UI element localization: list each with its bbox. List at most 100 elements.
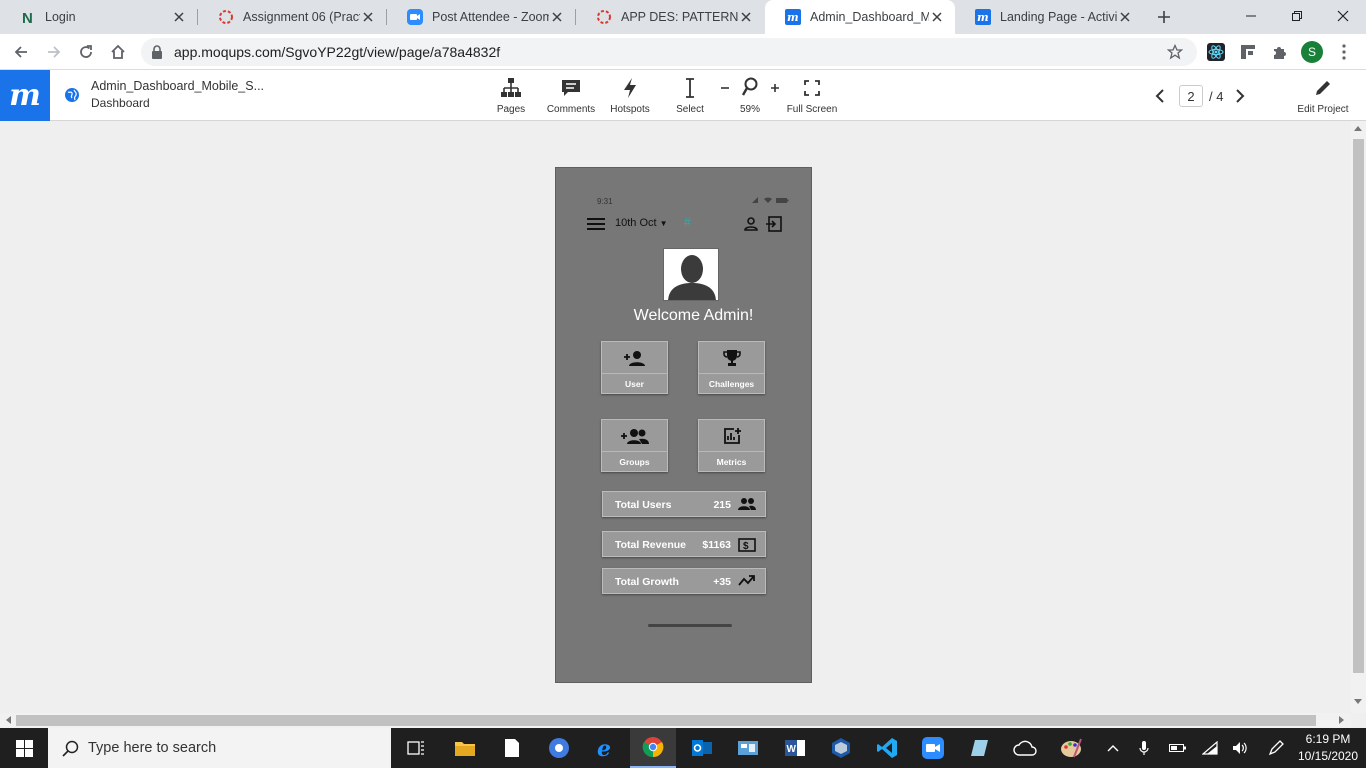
sticky-app-button[interactable] — [956, 728, 1002, 768]
logout-icon[interactable] — [766, 216, 782, 232]
battery-tray[interactable] — [1168, 738, 1188, 758]
close-icon[interactable] — [738, 9, 754, 25]
restore-icon — [1292, 11, 1302, 21]
vscode-button[interactable] — [864, 728, 910, 768]
groups-tile[interactable]: Groups — [601, 419, 668, 472]
comments-tool[interactable]: Comments — [545, 76, 597, 118]
back-button[interactable] — [10, 41, 32, 63]
tab-admin-dashboard[interactable]: m Admin_Dashboard_Mob — [765, 0, 955, 34]
date-dropdown[interactable]: 10th Oct ▼ — [615, 217, 668, 229]
file-explorer-button[interactable] — [442, 728, 488, 768]
close-window-button[interactable] — [1320, 0, 1366, 32]
page-number-input[interactable]: 2 — [1179, 85, 1203, 107]
document-icon — [505, 739, 519, 757]
prev-page-icon[interactable] — [1155, 89, 1165, 103]
status-icons — [752, 197, 789, 203]
forward-button[interactable] — [43, 41, 65, 63]
tab-assignment-06[interactable]: Assignment 06 (Practice — [198, 0, 386, 34]
browser-menu-button[interactable] — [1334, 42, 1354, 62]
volume-tray[interactable] — [1230, 738, 1250, 758]
paint-button[interactable] — [1048, 728, 1094, 768]
restore-button[interactable] — [1274, 0, 1320, 32]
extension-button[interactable] — [1238, 42, 1258, 62]
chrome-app-button[interactable] — [536, 728, 582, 768]
virtualbox-icon — [832, 738, 850, 758]
start-button[interactable] — [0, 728, 48, 768]
browser-toolbar: app.moqups.com/SgvoYP22gt/view/page/a78a… — [0, 34, 1366, 70]
puzzle-icon — [1274, 47, 1286, 59]
new-tab-button[interactable] — [1155, 8, 1173, 26]
minimize-button[interactable] — [1228, 0, 1274, 32]
scroll-up-arrow-icon[interactable] — [1354, 125, 1362, 131]
svg-text:$: $ — [743, 541, 749, 552]
pages-tool[interactable]: Pages — [494, 76, 528, 118]
kebab-menu-icon — [1342, 44, 1346, 60]
tab-title: Landing Page - Activity — [1000, 10, 1117, 24]
challenges-tile[interactable]: Challenges — [698, 341, 765, 394]
edge-legacy-button[interactable]: e — [583, 728, 629, 768]
metrics-tile[interactable]: Metrics — [698, 419, 765, 472]
address-bar[interactable]: app.moqups.com/SgvoYP22gt/view/page/a78a… — [141, 38, 1197, 66]
hamburger-menu-icon[interactable] — [587, 217, 605, 231]
fullscreen-tool[interactable]: Full Screen — [786, 76, 838, 118]
profile-icon[interactable] — [744, 217, 758, 231]
horizontal-scroll-thumb[interactable] — [16, 715, 1316, 726]
user-tile[interactable]: User — [601, 341, 668, 394]
zoom-out-icon[interactable] — [720, 83, 730, 93]
pen-tray[interactable] — [1266, 738, 1286, 758]
trophy-icon — [722, 349, 741, 366]
close-icon[interactable] — [1117, 9, 1133, 25]
zoom-in-icon[interactable] — [770, 83, 780, 93]
word-button[interactable]: W — [772, 728, 818, 768]
taskbar-search[interactable]: Type here to search — [48, 728, 391, 768]
reload-button[interactable] — [75, 41, 97, 63]
scroll-left-arrow-icon[interactable] — [5, 716, 11, 724]
close-icon[interactable] — [171, 9, 187, 25]
chrome-blue-icon — [549, 738, 569, 758]
next-page-icon[interactable] — [1235, 89, 1245, 103]
person-silhouette-icon — [668, 255, 716, 300]
back-arrow-icon — [14, 46, 27, 58]
vertical-scroll-thumb[interactable] — [1353, 139, 1364, 673]
minimize-icon — [1246, 15, 1256, 17]
close-icon[interactable] — [549, 9, 565, 25]
close-icon[interactable] — [360, 9, 376, 25]
wifi-icon — [1202, 741, 1218, 755]
date-label: 10th Oct — [615, 217, 657, 229]
close-icon[interactable] — [929, 9, 945, 25]
tab-title: Post Attendee - Zoom — [432, 10, 549, 24]
virtualbox-button[interactable] — [818, 728, 864, 768]
home-button[interactable] — [107, 41, 129, 63]
task-view-icon — [407, 741, 424, 755]
battery-icon — [1169, 744, 1186, 752]
select-tool[interactable]: Select — [672, 76, 708, 118]
lightning-icon — [624, 78, 636, 98]
tray-overflow-button[interactable] — [1103, 738, 1123, 758]
wifi-tray[interactable] — [1200, 738, 1220, 758]
scroll-right-arrow-icon[interactable] — [1339, 716, 1345, 724]
metrics-icon — [723, 427, 741, 444]
control-panel-button[interactable] — [725, 728, 771, 768]
extensions-menu-button[interactable] — [1270, 42, 1290, 62]
outlook-button[interactable] — [679, 728, 725, 768]
forward-arrow-icon — [48, 46, 61, 58]
profile-avatar[interactable]: S — [1301, 41, 1323, 63]
tab-login[interactable]: N Login — [0, 0, 197, 34]
react-devtools-extension[interactable] — [1206, 42, 1226, 62]
bookmark-star-icon[interactable] — [1167, 44, 1183, 60]
system-clock[interactable]: 6:19 PM 10/15/2020 — [1296, 731, 1360, 765]
microphone-tray[interactable] — [1134, 738, 1154, 758]
onedrive-button[interactable] — [1002, 728, 1048, 768]
zoom-app-button[interactable] — [910, 728, 956, 768]
scroll-down-arrow-icon[interactable] — [1354, 699, 1362, 705]
chrome-button[interactable] — [630, 728, 676, 768]
tab-landing-page[interactable]: m Landing Page - Activity — [955, 0, 1143, 34]
tab-zoom[interactable]: Post Attendee - Zoom — [387, 0, 575, 34]
tab-app-des[interactable]: APP DES: PATTERNS & — [576, 0, 764, 34]
notepad-button[interactable] — [489, 728, 535, 768]
task-view-button[interactable] — [393, 728, 439, 768]
moqups-logo[interactable]: m — [0, 70, 50, 121]
edit-project-button[interactable]: Edit Project — [1294, 76, 1352, 118]
hotspots-tool[interactable]: Hotspots — [609, 76, 651, 118]
dollar-icon: $ — [738, 538, 756, 552]
